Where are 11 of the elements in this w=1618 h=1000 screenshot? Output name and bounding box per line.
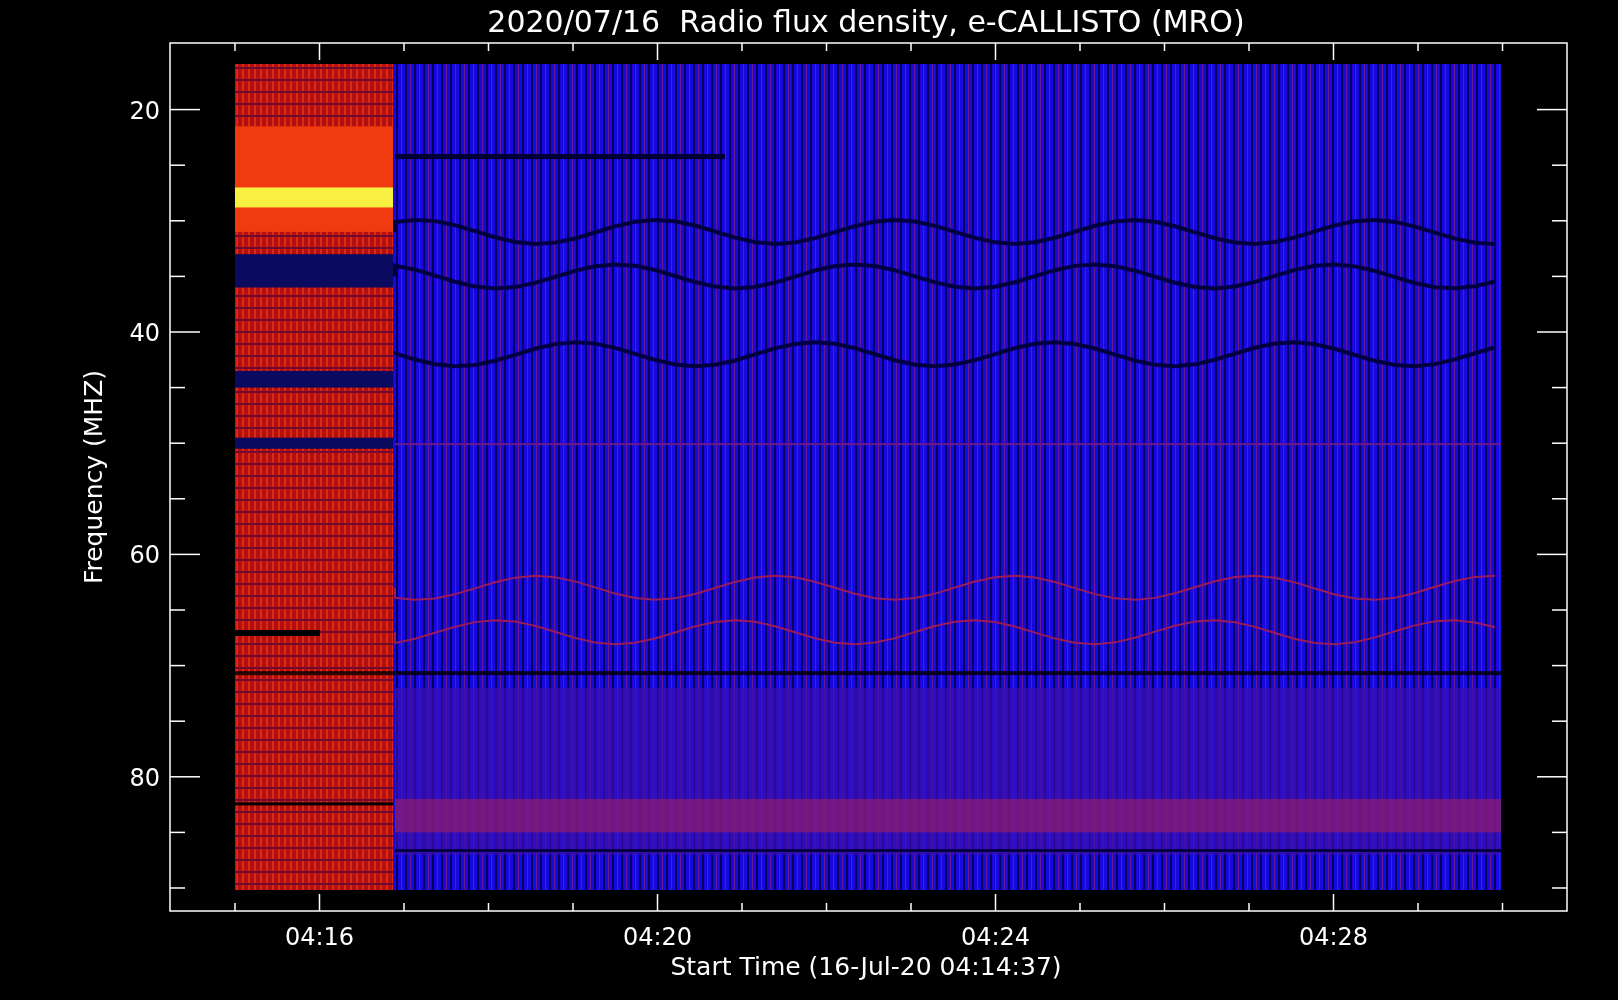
tick-label: 80 [129,763,160,792]
tick-label: 04:20 [622,923,693,951]
axis-label: Start Time (16-Jul-20 04:14:37) [670,952,1062,981]
tick-label: 20 [129,96,160,125]
tick-label: 04:24 [960,923,1031,951]
tick-label: 04:16 [284,923,355,951]
tick-label: 40 [129,319,160,347]
chart-title: 2020/07/16 Radio flux density, e-CALLISTO (MRO) [487,4,1245,39]
tick-label: 60 [129,541,160,570]
axis-label: Frequency (MHZ) [79,369,108,585]
tick-label: 04:28 [1298,923,1369,951]
